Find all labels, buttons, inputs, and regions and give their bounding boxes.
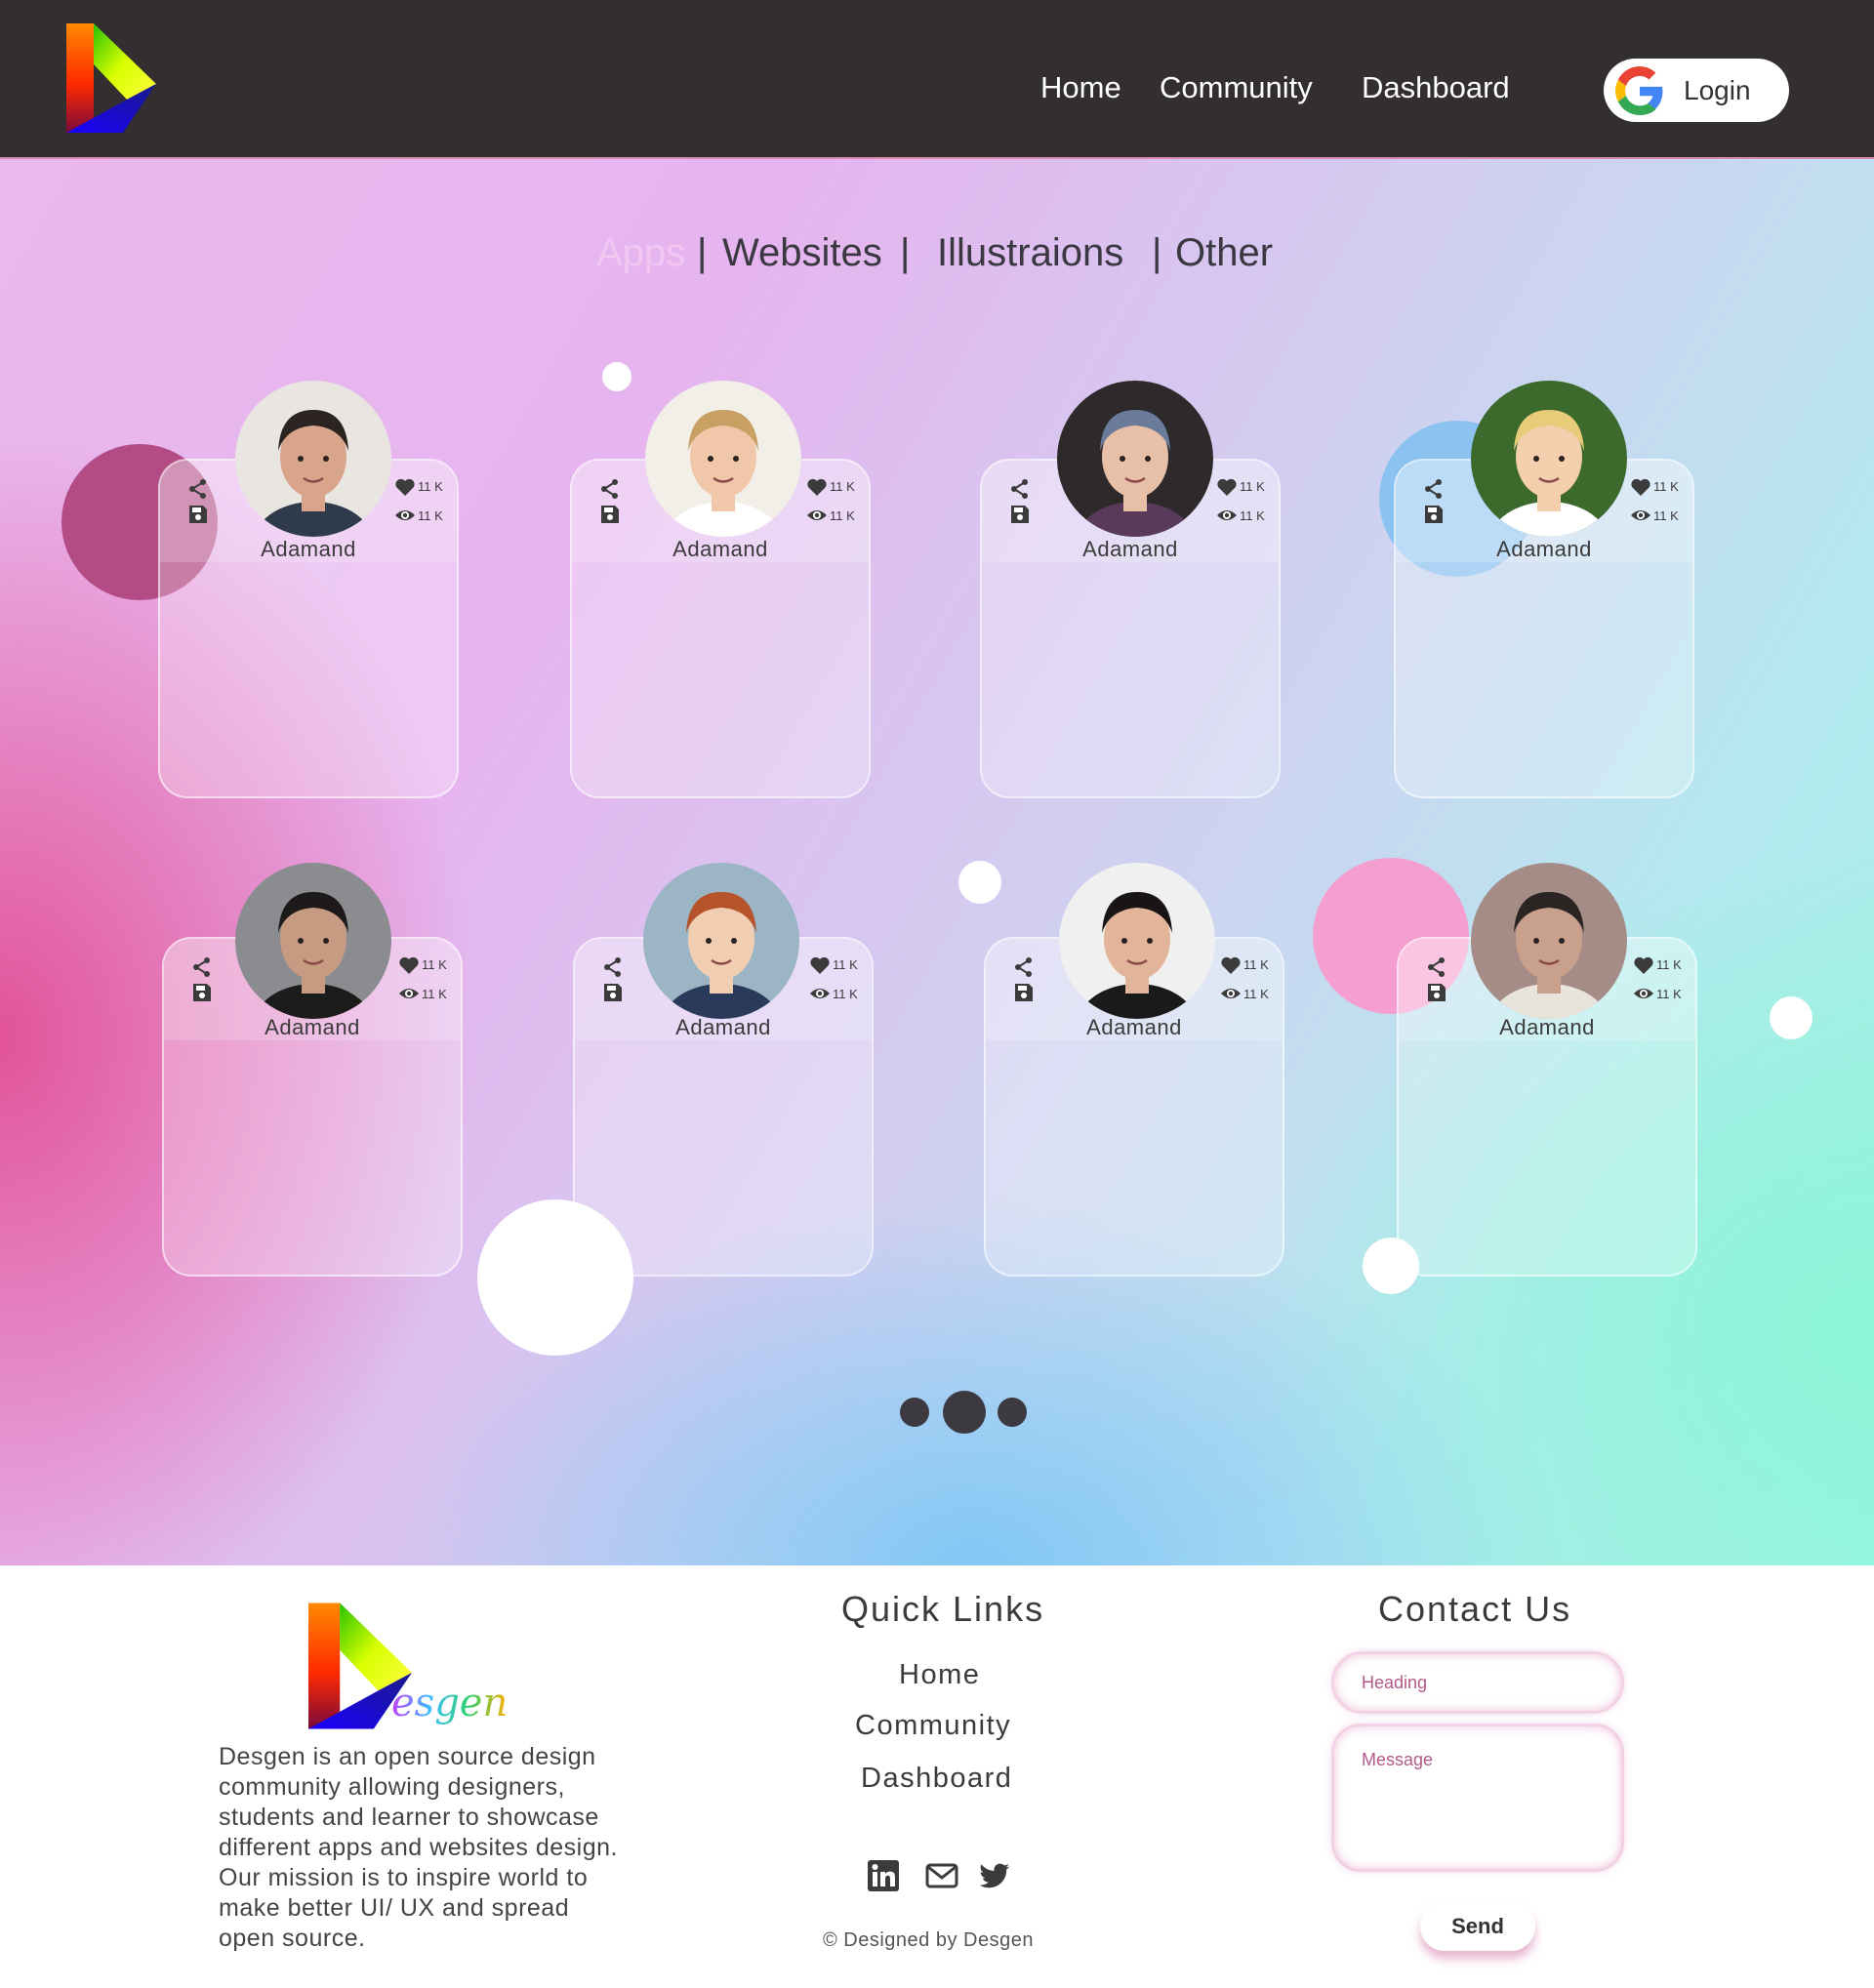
likes-count: 11 K (830, 479, 855, 494)
nav-community-link[interactable]: Community (1160, 70, 1313, 105)
likes-count: 11 K (1653, 479, 1679, 494)
tab-separator: | (900, 231, 911, 274)
decor-circle (1770, 996, 1813, 1039)
linkedin-icon[interactable] (867, 1859, 900, 1892)
designer-name: Adamand (1496, 537, 1592, 561)
save-icon[interactable] (191, 982, 213, 1003)
save-icon[interactable] (599, 504, 621, 525)
eye-icon (1630, 505, 1651, 526)
likes-count: 11 K (1656, 957, 1682, 972)
desgen-logo[interactable] (66, 23, 156, 133)
tab-apps[interactable]: Apps (596, 231, 685, 275)
footer-link-home[interactable]: Home (899, 1659, 980, 1691)
page-dot-1[interactable] (900, 1398, 929, 1427)
views-count: 11 K (1656, 987, 1682, 1001)
likes-count: 11 K (1240, 479, 1265, 494)
designer-name: Adamand (672, 537, 768, 561)
likes-count: 11 K (418, 479, 443, 494)
share-icon[interactable] (191, 956, 213, 978)
views-count: 11 K (418, 508, 443, 523)
google-login-button[interactable]: Login (1604, 59, 1789, 122)
footer-logo: esgen (308, 1603, 508, 1729)
designer-avatar[interactable] (1471, 863, 1627, 1019)
tab-websites[interactable]: Websites (722, 231, 882, 275)
designer-avatar[interactable] (645, 381, 801, 537)
mail-icon[interactable] (925, 1859, 958, 1892)
views-count: 11 K (830, 508, 855, 523)
tab-illustrations[interactable]: Illustraions (937, 231, 1123, 275)
heart-icon[interactable] (806, 476, 828, 498)
google-icon (1615, 66, 1663, 115)
logo-wordmark: esgen (391, 1681, 509, 1725)
footer-link-dashboard[interactable]: Dashboard (861, 1763, 1012, 1795)
heart-icon[interactable] (1630, 476, 1651, 498)
twitter-icon[interactable] (978, 1859, 1011, 1892)
tab-separator: | (697, 231, 708, 274)
designer-avatar[interactable] (235, 863, 391, 1019)
save-icon[interactable] (1013, 982, 1035, 1003)
designer-name: Adamand (1082, 537, 1178, 561)
views-count: 11 K (1243, 987, 1269, 1001)
likes-count: 11 K (833, 957, 858, 972)
heart-icon[interactable] (1633, 954, 1654, 976)
heart-icon[interactable] (394, 476, 416, 498)
heart-icon[interactable] (809, 954, 831, 976)
eye-icon (398, 983, 420, 1004)
login-label: Login (1684, 75, 1751, 105)
nav-dashboard-link[interactable]: Dashboard (1362, 70, 1510, 105)
designer-avatar[interactable] (1057, 381, 1213, 537)
share-icon[interactable] (187, 478, 209, 500)
heart-icon[interactable] (398, 954, 420, 976)
page-dot-3[interactable] (998, 1398, 1027, 1427)
save-icon[interactable] (1009, 504, 1031, 525)
eye-icon (809, 983, 831, 1004)
designer-name: Adamand (261, 537, 356, 561)
eye-icon (394, 505, 416, 526)
quick-links-title: Quick Links (841, 1589, 1045, 1629)
views-count: 11 K (833, 987, 858, 1001)
heart-icon[interactable] (1216, 476, 1238, 498)
heart-icon[interactable] (1220, 954, 1242, 976)
tab-other[interactable]: Other (1175, 231, 1273, 275)
likes-count: 11 K (422, 957, 447, 972)
designer-avatar[interactable] (1059, 863, 1215, 1019)
send-button[interactable]: Send (1420, 1902, 1535, 1951)
share-icon[interactable] (1426, 956, 1447, 978)
contact-us-title: Contact Us (1378, 1589, 1572, 1629)
gallery-section: Apps | Websites | Illustraions | Other 1… (0, 159, 1874, 1565)
designer-avatar[interactable] (235, 381, 391, 537)
eye-icon (806, 505, 828, 526)
likes-count: 11 K (1243, 957, 1269, 972)
tab-separator: | (1152, 231, 1162, 274)
share-icon[interactable] (1013, 956, 1035, 978)
page-dot-2-active[interactable] (943, 1391, 986, 1434)
footer-description: Desgen is an open source design communit… (219, 1743, 618, 1952)
nav-home-link[interactable]: Home (1040, 70, 1121, 105)
eye-icon (1220, 983, 1242, 1004)
views-count: 11 K (1240, 508, 1265, 523)
save-icon[interactable] (1426, 982, 1447, 1003)
heading-field-wrapper (1331, 1651, 1624, 1714)
views-count: 11 K (422, 987, 447, 1001)
message-textarea[interactable] (1334, 1726, 1621, 1869)
share-icon[interactable] (1009, 478, 1031, 500)
share-icon[interactable] (599, 478, 621, 500)
heading-input[interactable] (1334, 1654, 1621, 1711)
save-icon[interactable] (1423, 504, 1445, 525)
copyright-text: © Designed by Desgen (823, 1929, 1034, 1951)
save-icon[interactable] (187, 504, 209, 525)
designer-avatar[interactable] (1471, 381, 1627, 537)
eye-icon (1216, 505, 1238, 526)
top-navbar: Home Community Dashboard Login (0, 0, 1874, 159)
views-count: 11 K (1653, 508, 1679, 523)
eye-icon (1633, 983, 1654, 1004)
save-icon[interactable] (602, 982, 624, 1003)
designer-avatar[interactable] (643, 863, 799, 1019)
footer-link-community[interactable]: Community (855, 1710, 1011, 1742)
share-icon[interactable] (1423, 478, 1445, 500)
message-field-wrapper (1331, 1724, 1624, 1872)
share-icon[interactable] (602, 956, 624, 978)
decor-circle (958, 861, 1001, 904)
decor-circle (602, 362, 631, 391)
